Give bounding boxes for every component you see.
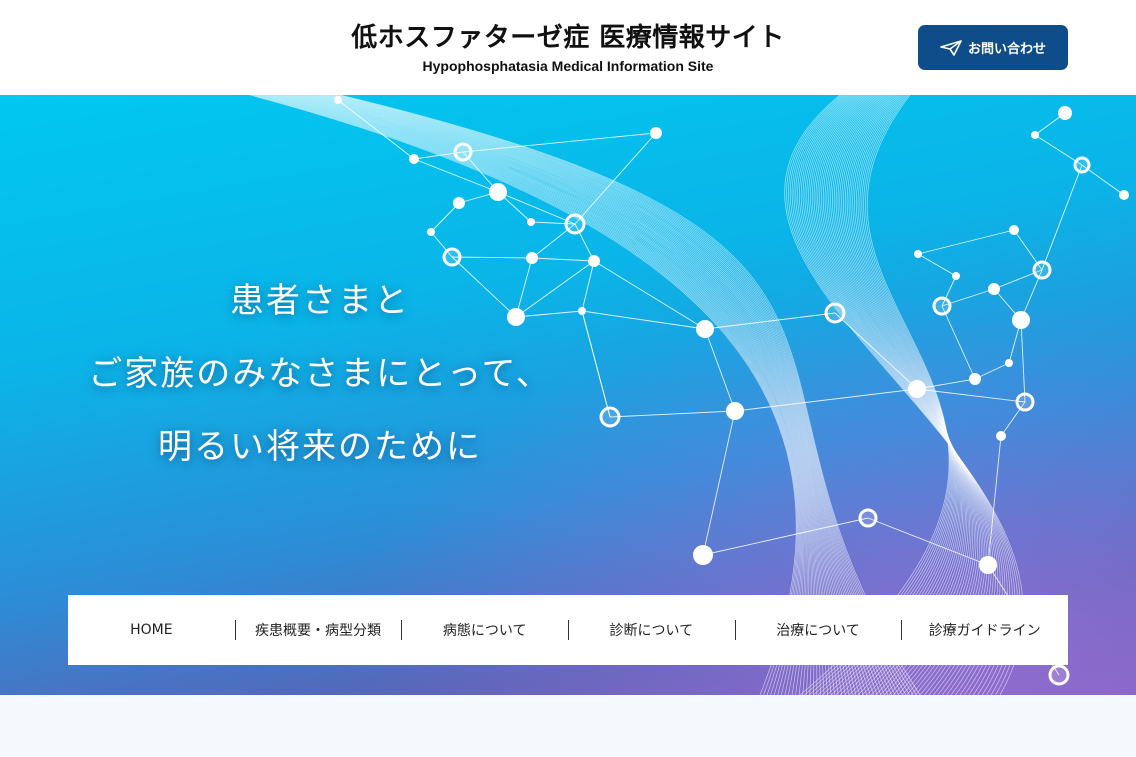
site-header: 低ホスファターゼ症 医療情報サイト Hypophosphatasia Medic… xyxy=(0,0,1136,95)
nav-item-home[interactable]: HOME xyxy=(68,595,235,665)
nav-item-disease-overview[interactable]: 疾患概要・病型分類 xyxy=(234,595,402,665)
hero-line: ご家族のみなさまにとって、 xyxy=(88,354,552,394)
hero-line: 患者さまと xyxy=(230,281,410,321)
hero-message: 患者さまと ご家族のみなさまにとって、 明るい将来のために xyxy=(60,265,580,484)
nav-item-diagnosis[interactable]: 診断について xyxy=(568,595,735,665)
nav-item-treatment[interactable]: 治療について xyxy=(734,595,902,665)
nav-item-guidelines[interactable]: 診療ガイドライン xyxy=(901,595,1068,665)
content-area xyxy=(0,695,1136,757)
paper-plane-icon xyxy=(940,39,962,56)
nav-item-pathology[interactable]: 病態について xyxy=(401,595,568,665)
global-nav: HOME 疾患概要・病型分類 病態について 診断について 治療について 診療ガイ… xyxy=(68,595,1068,665)
hero-line: 明るい将来のために xyxy=(158,427,482,467)
contact-button-label: お問い合わせ xyxy=(967,42,1046,57)
contact-button[interactable]: お問い合わせ xyxy=(918,25,1068,70)
